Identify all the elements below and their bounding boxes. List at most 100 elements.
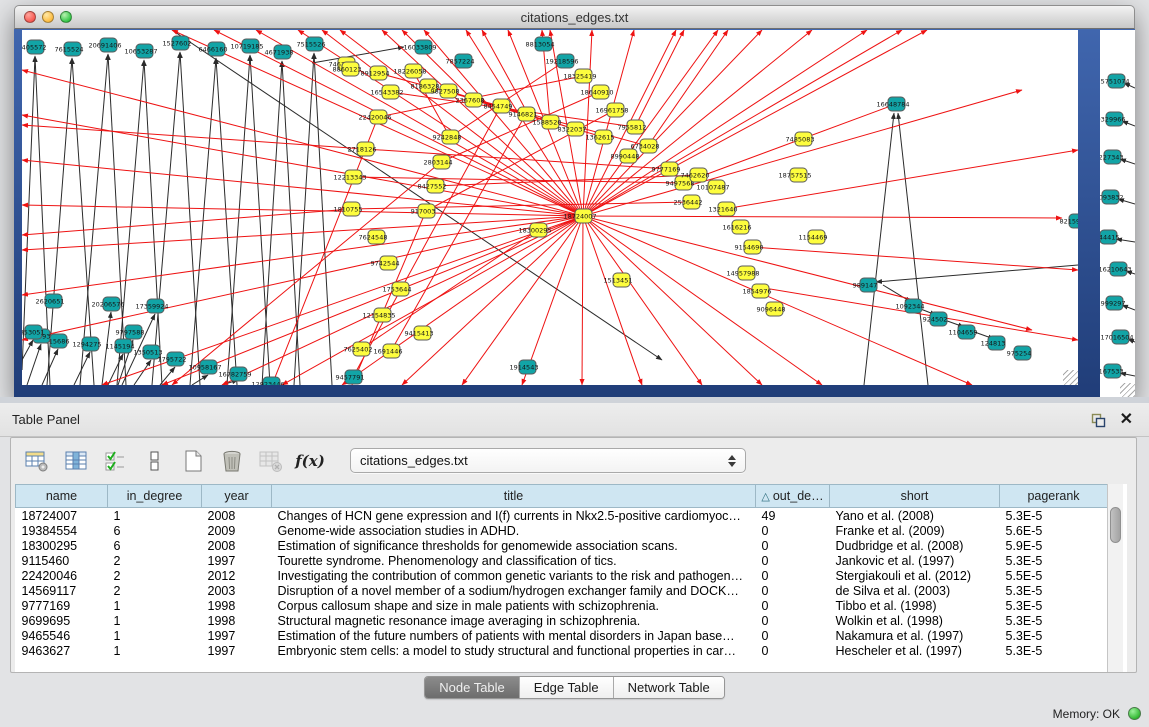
- table-cell[interactable]: 5.3E-5: [1000, 583, 1108, 598]
- table-row[interactable]: 946554611997Estimation of the future num…: [16, 628, 1108, 643]
- merge-tables-button[interactable]: [140, 447, 168, 475]
- table-cell[interactable]: 1: [108, 643, 202, 658]
- table-cell[interactable]: 0: [756, 628, 830, 643]
- table-cell[interactable]: 2012: [202, 568, 272, 583]
- window-titlebar[interactable]: citations_edges.txt: [14, 5, 1135, 29]
- table-cell[interactable]: de Silva et al. (2003): [830, 583, 1000, 598]
- table-row[interactable]: 1872400712008Changes of HCN gene express…: [16, 508, 1108, 524]
- table-settings-button[interactable]: [23, 447, 51, 475]
- table-cell[interactable]: 9699695: [16, 613, 108, 628]
- table-row[interactable]: 2242004622012Investigating the contribut…: [16, 568, 1108, 583]
- table-cell[interactable]: Jankovic et al. (1997): [830, 553, 1000, 568]
- table-cell[interactable]: 6: [108, 538, 202, 553]
- table-cell[interactable]: 18724007: [16, 508, 108, 524]
- minimize-window-button[interactable]: [42, 11, 54, 23]
- table-cell[interactable]: 0: [756, 598, 830, 613]
- table-cell[interactable]: 5.9E-5: [1000, 538, 1108, 553]
- table-cell[interactable]: Wolkin et al. (1998): [830, 613, 1000, 628]
- table-cell[interactable]: 9777169: [16, 598, 108, 613]
- table-cell[interactable]: 14569117: [16, 583, 108, 598]
- resize-grip-icon[interactable]: [1063, 370, 1078, 385]
- table-cell[interactable]: 0: [756, 523, 830, 538]
- table-cell[interactable]: Embryonic stem cells: a model to study s…: [272, 643, 756, 658]
- table-cell[interactable]: Dudbridge et al. (2008): [830, 538, 1000, 553]
- table-cell[interactable]: 9463627: [16, 643, 108, 658]
- table-cell[interactable]: Tibbo et al. (1998): [830, 598, 1000, 613]
- close-panel-icon[interactable]: ✕: [1120, 412, 1133, 428]
- table-cell[interactable]: Genome-wide association studies in ADHD.: [272, 523, 756, 538]
- table-row[interactable]: 1830029562008Estimation of significance …: [16, 538, 1108, 553]
- delete-button[interactable]: [218, 447, 246, 475]
- table-cell[interactable]: 5.3E-5: [1000, 613, 1108, 628]
- table-cell[interactable]: Tourette syndrome. Phenomenology and cla…: [272, 553, 756, 568]
- table-cell[interactable]: 5.3E-5: [1000, 553, 1108, 568]
- table-cell[interactable]: 1997: [202, 553, 272, 568]
- table-cell[interactable]: Estimation of the future numbers of pati…: [272, 628, 756, 643]
- table-cell[interactable]: Corpus callosum shape and size in male p…: [272, 598, 756, 613]
- table-cell[interactable]: 0: [756, 553, 830, 568]
- table-cell[interactable]: Changes of HCN gene expression and I(f) …: [272, 508, 756, 524]
- new-document-button[interactable]: [179, 447, 207, 475]
- table-cell[interactable]: 18300295: [16, 538, 108, 553]
- table-cell[interactable]: 0: [756, 613, 830, 628]
- table-cell[interactable]: 5.3E-5: [1000, 628, 1108, 643]
- table-cell[interactable]: Structural magnetic resonance image aver…: [272, 613, 756, 628]
- table-cell[interactable]: 5.3E-5: [1000, 598, 1108, 613]
- show-column-button[interactable]: [62, 447, 90, 475]
- select-rows-button[interactable]: [101, 447, 129, 475]
- table-cell[interactable]: 2: [108, 553, 202, 568]
- column-header[interactable]: pagerank: [1000, 485, 1108, 508]
- table-cell[interactable]: Estimation of significance thresholds fo…: [272, 538, 756, 553]
- table-cell[interactable]: Franke et al. (2009): [830, 523, 1000, 538]
- table-cell[interactable]: Hescheler et al. (1997): [830, 643, 1000, 658]
- table-cell[interactable]: 1: [108, 628, 202, 643]
- network-canvas[interactable]: 6405572761552420691406106532871527602646…: [22, 30, 1078, 385]
- table-row[interactable]: 1456911722003Disruption of a novel membe…: [16, 583, 1108, 598]
- table-selector-dropdown[interactable]: citations_edges.txt: [350, 448, 746, 473]
- column-header[interactable]: in_degree: [108, 485, 202, 508]
- table-cell[interactable]: 1997: [202, 643, 272, 658]
- zoom-window-button[interactable]: [60, 11, 72, 23]
- table-cell[interactable]: 1998: [202, 598, 272, 613]
- vertical-scrollbar[interactable]: [1107, 484, 1123, 672]
- column-header[interactable]: title: [272, 485, 756, 508]
- table-cell[interactable]: 1998: [202, 613, 272, 628]
- table-cell[interactable]: 9115460: [16, 553, 108, 568]
- table-cell[interactable]: 6: [108, 523, 202, 538]
- table-cell[interactable]: 2008: [202, 508, 272, 524]
- table-row[interactable]: 946362711997Embryonic stem cells: a mode…: [16, 643, 1108, 658]
- table-row[interactable]: 977716911998Corpus callosum shape and si…: [16, 598, 1108, 613]
- close-window-button[interactable]: [24, 11, 36, 23]
- float-panel-icon[interactable]: [1090, 412, 1106, 428]
- column-header[interactable]: year: [202, 485, 272, 508]
- table-cell[interactable]: 22420046: [16, 568, 108, 583]
- table-cell[interactable]: 1: [108, 613, 202, 628]
- table-cell[interactable]: 19384554: [16, 523, 108, 538]
- table-cell[interactable]: 5.6E-5: [1000, 523, 1108, 538]
- table-cell[interactable]: 1: [108, 508, 202, 524]
- table-cell[interactable]: Investigating the contribution of common…: [272, 568, 756, 583]
- column-header[interactable]: short: [830, 485, 1000, 508]
- table-cell[interactable]: Disruption of a novel member of a sodium…: [272, 583, 756, 598]
- table-cell[interactable]: 5.3E-5: [1000, 643, 1108, 658]
- resize-grip-icon[interactable]: [1120, 383, 1135, 398]
- function-builder-button[interactable]: f(x): [296, 447, 324, 475]
- table-cell[interactable]: 5.5E-5: [1000, 568, 1108, 583]
- table-cell[interactable]: 0: [756, 643, 830, 658]
- table-cell[interactable]: 9465546: [16, 628, 108, 643]
- table-cell[interactable]: Stergiakouli et al. (2012): [830, 568, 1000, 583]
- table-row[interactable]: 969969511998Structural magnetic resonanc…: [16, 613, 1108, 628]
- table-cell[interactable]: Nakamura et al. (1997): [830, 628, 1000, 643]
- table-cell[interactable]: 0: [756, 583, 830, 598]
- secondary-network-canvas[interactable]: 1575107493299669227343120938321244415162…: [1100, 30, 1135, 398]
- table-cell[interactable]: 2: [108, 583, 202, 598]
- tab-edge-table[interactable]: Edge Table: [519, 677, 613, 698]
- table-cell[interactable]: 2003: [202, 583, 272, 598]
- table-row[interactable]: 1938455462009Genome-wide association stu…: [16, 523, 1108, 538]
- table-cell[interactable]: 1997: [202, 628, 272, 643]
- table-cell[interactable]: 2008: [202, 538, 272, 553]
- column-header[interactable]: name: [16, 485, 108, 508]
- table-cell[interactable]: Yano et al. (2008): [830, 508, 1000, 524]
- tab-node-table[interactable]: Node Table: [425, 677, 519, 698]
- table-cell[interactable]: 0: [756, 538, 830, 553]
